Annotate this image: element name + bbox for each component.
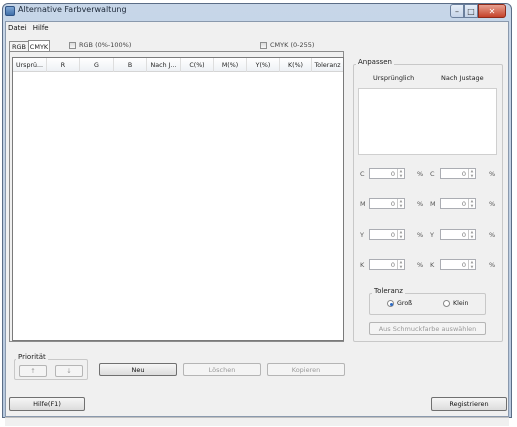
percent-label: %	[417, 261, 424, 269]
original-column-label: Ursprünglich	[373, 74, 415, 82]
yellow-adjusted-spinner[interactable]: 0 ▲ ▼	[440, 229, 476, 240]
delete-button[interactable]: Löschen	[183, 363, 261, 376]
adjusted-column-label: Nach Justage	[441, 74, 484, 82]
register-button[interactable]: Registrieren	[431, 397, 507, 411]
spin-arrows-icon[interactable]: ▲ ▼	[397, 230, 404, 239]
cyan-label: C	[360, 170, 365, 178]
magenta-original-spinner[interactable]: 0 ▲ ▼	[369, 198, 405, 209]
window-controls: – □ ✕	[450, 4, 506, 18]
magenta-row: M 0 ▲ ▼ % M 0 ▲ ▼ %	[358, 198, 503, 209]
column-header[interactable]: Ursprü...	[13, 58, 47, 72]
percent-label: %	[417, 170, 424, 178]
yellow-label: Y	[360, 231, 364, 239]
percent-label: %	[489, 170, 496, 178]
menu-bar: Datei Hilfe	[6, 22, 508, 34]
color-list[interactable]: Ursprü... R G B Nach J... C(%) M(%) Y(%)…	[12, 57, 344, 341]
rgb-percent-option[interactable]: RGB (0%-100%)	[69, 41, 131, 49]
percent-label: %	[417, 231, 424, 239]
yellow-row: Y 0 ▲ ▼ % Y 0 ▲ ▼ %	[358, 229, 503, 240]
toleranz-klein-label: Klein	[453, 300, 469, 307]
toleranz-gross-option[interactable]: Groß	[387, 300, 412, 307]
column-header[interactable]: Toleranz	[312, 58, 343, 72]
column-header[interactable]: C(%)	[181, 58, 214, 72]
close-button[interactable]: ✕	[478, 4, 506, 18]
menu-datei[interactable]: Datei	[8, 24, 27, 32]
cyan-row: C 0 ▲ ▼ % C 0 ▲ ▼ %	[358, 168, 503, 179]
cyan-label: C	[430, 170, 435, 178]
maximize-button[interactable]: □	[464, 4, 478, 18]
spin-arrows-icon[interactable]: ▲ ▼	[468, 230, 475, 239]
prioritaet-label: Priorität	[16, 353, 48, 361]
minimize-button[interactable]: –	[450, 4, 464, 18]
yellow-original-spinner[interactable]: 0 ▲ ▼	[369, 229, 405, 240]
percent-label: %	[489, 261, 496, 269]
column-header[interactable]: Nach J...	[147, 58, 181, 72]
black-original-spinner[interactable]: 0 ▲ ▼	[369, 259, 405, 270]
cyan-adjusted-spinner[interactable]: 0 ▲ ▼	[440, 168, 476, 179]
column-header[interactable]: M(%)	[214, 58, 247, 72]
spin-arrows-icon[interactable]: ▲ ▼	[468, 260, 475, 269]
radio-unselected-icon[interactable]	[443, 300, 450, 307]
magenta-label: M	[360, 200, 366, 208]
spin-arrows-icon[interactable]: ▲ ▼	[468, 199, 475, 208]
spin-arrows-icon[interactable]: ▲ ▼	[397, 260, 404, 269]
app-icon	[5, 6, 15, 16]
priority-down-button[interactable]: ↓	[55, 365, 83, 377]
help-button[interactable]: Hilfe(F1)	[9, 397, 85, 411]
column-header[interactable]: R	[47, 58, 80, 72]
black-row: K 0 ▲ ▼ % K 0 ▲ ▼ %	[358, 259, 503, 270]
status-bar	[5, 417, 509, 426]
copy-button[interactable]: Kopieren	[267, 363, 345, 376]
cmyk-range-label: CMYK (0-255)	[270, 41, 315, 49]
anpassen-label: Anpassen	[356, 58, 394, 66]
cmyk-range-option[interactable]: CMYK (0-255)	[260, 41, 314, 49]
list-header: Ursprü... R G B Nach J... C(%) M(%) Y(%)…	[13, 58, 343, 72]
cmyk-range-checkbox[interactable]	[260, 41, 267, 49]
spin-arrows-icon[interactable]: ▲ ▼	[397, 199, 404, 208]
priority-up-button[interactable]: ↑	[19, 365, 47, 377]
magenta-adjusted-spinner[interactable]: 0 ▲ ▼	[440, 198, 476, 209]
spot-color-button[interactable]: Aus Schmuckfarbe auswählen	[369, 322, 486, 335]
radio-selected-icon[interactable]	[387, 300, 394, 307]
column-header[interactable]: Y(%)	[247, 58, 280, 72]
new-button[interactable]: Neu	[99, 363, 177, 376]
rgb-percent-checkbox[interactable]	[69, 41, 76, 49]
percent-label: %	[417, 200, 424, 208]
window-title: Alternative Farbverwaltung	[18, 5, 127, 14]
toleranz-gross-label: Groß	[397, 300, 413, 307]
percent-label: %	[489, 200, 496, 208]
spin-arrows-icon[interactable]: ▲ ▼	[468, 169, 475, 178]
yellow-label: Y	[430, 231, 434, 239]
black-adjusted-spinner[interactable]: 0 ▲ ▼	[440, 259, 476, 270]
menu-hilfe[interactable]: Hilfe	[33, 24, 49, 32]
rgb-percent-label: RGB (0%-100%)	[79, 41, 132, 49]
black-label: K	[360, 261, 365, 269]
spin-arrows-icon[interactable]: ▲ ▼	[397, 169, 404, 178]
color-preview	[358, 88, 497, 155]
toleranz-label: Toleranz	[372, 287, 405, 295]
column-header[interactable]: G	[80, 58, 114, 72]
toleranz-klein-option[interactable]: Klein	[443, 300, 469, 307]
percent-label: %	[489, 231, 496, 239]
black-label: K	[430, 261, 435, 269]
column-header[interactable]: K(%)	[280, 58, 312, 72]
column-header[interactable]: B	[114, 58, 147, 72]
magenta-label: M	[430, 200, 436, 208]
cyan-original-spinner[interactable]: 0 ▲ ▼	[369, 168, 405, 179]
